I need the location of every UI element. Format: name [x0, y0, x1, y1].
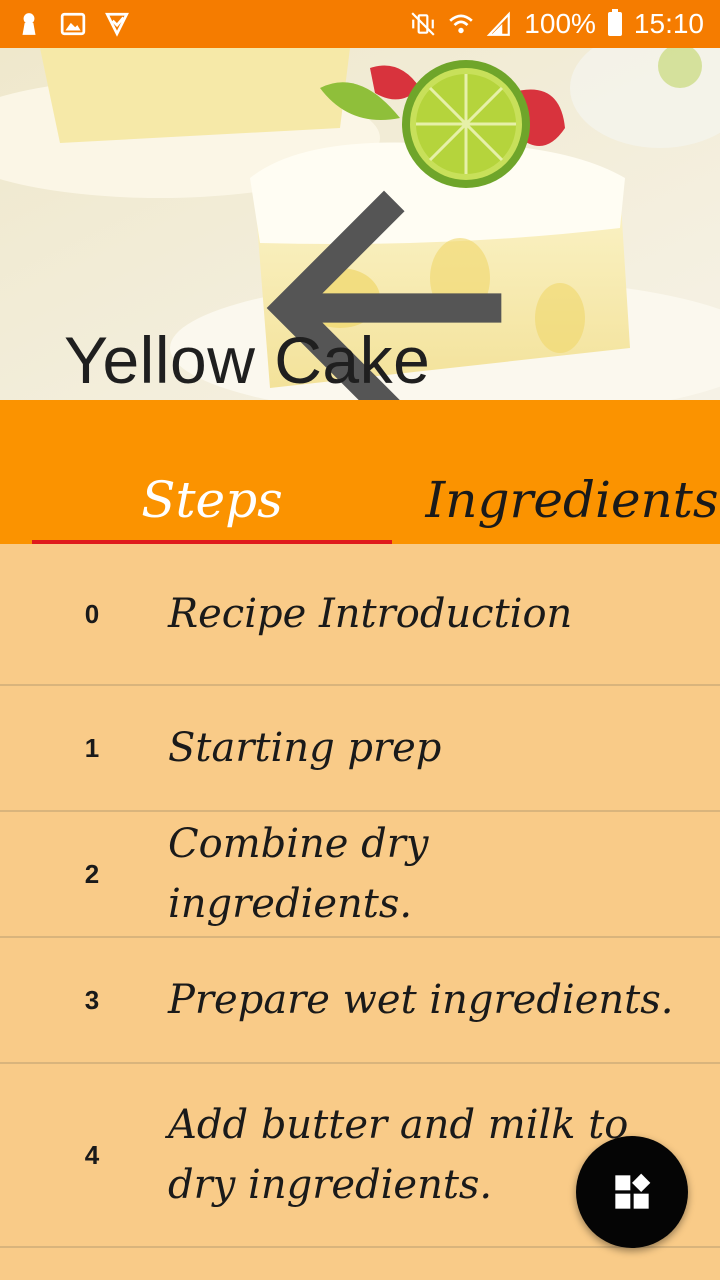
recipe-title: Yellow Cake: [64, 323, 431, 397]
list-item[interactable]: 0 Recipe Introduction: [0, 544, 720, 686]
vibrate-mute-icon: [410, 11, 436, 37]
step-number: 1: [84, 732, 100, 763]
step-number: 3: [84, 984, 100, 1015]
widgets-fab-button[interactable]: [576, 1136, 688, 1248]
clock: 15:10: [633, 8, 704, 39]
tab-bar: Steps Ingredients: [0, 400, 720, 544]
step-title: Add butter and milk to dry ingredients.: [168, 1102, 629, 1208]
battery-percent: 100%: [524, 8, 596, 39]
recipe-header-image: Yellow Cake: [0, 48, 720, 400]
step-title: Prepare wet ingredients.: [168, 977, 674, 1023]
status-bar: 100% 15:10: [0, 0, 720, 48]
image-icon: [60, 11, 86, 37]
tab-steps[interactable]: Steps: [32, 456, 392, 544]
tab-ingredients[interactable]: Ingredients: [392, 456, 720, 544]
play-store-icon: [104, 11, 130, 37]
list-item[interactable]: 1 Starting prep: [0, 686, 720, 812]
signal-icon: [486, 11, 512, 37]
step-number: 2: [84, 858, 100, 889]
battery-icon: [607, 9, 622, 36]
step-number: 4: [84, 1139, 100, 1170]
keyhole-icon: [16, 11, 42, 37]
step-title: Starting prep: [168, 725, 442, 771]
widgets-icon: [615, 1173, 651, 1209]
step-title: Recipe Introduction: [168, 591, 573, 637]
back-button[interactable]: [24, 132, 502, 400]
list-item[interactable]: 2 Combine dry ingredients.: [0, 812, 720, 938]
wifi-icon: [448, 11, 474, 37]
list-item[interactable]: 3 Prepare wet ingredients.: [0, 938, 720, 1064]
step-number: 0: [84, 598, 100, 629]
step-title: Combine dry ingredients.: [168, 821, 429, 927]
